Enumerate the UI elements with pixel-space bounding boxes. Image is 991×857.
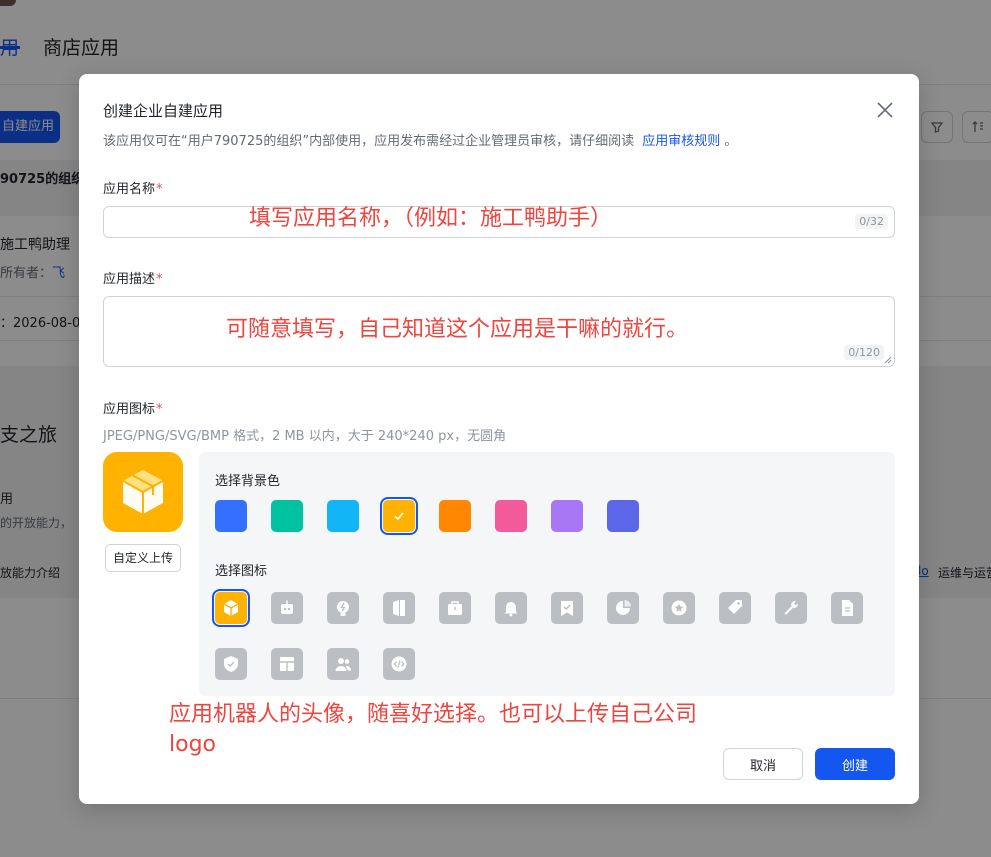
bg-color-swatch[interactable] [495,500,527,532]
icon-option[interactable] [327,592,359,624]
robot-icon [281,600,293,614]
bg-color-swatch[interactable] [551,500,583,532]
subtitle-end: 。 [724,134,738,149]
star-badge-icon [671,600,687,616]
bg-color-title: 选择背景色 [215,474,281,489]
bg-color-swatch[interactable] [607,500,639,532]
code-icon [391,656,407,672]
app-desc-label-text: 应用描述 [103,272,156,287]
app-desc-counter: 0/120 [844,345,884,360]
required-mark: * [156,402,163,417]
bg-color-swatch[interactable] [215,500,247,532]
icon-option[interactable] [551,592,583,624]
icon-option[interactable] [383,648,415,680]
icon-option[interactable] [775,592,807,624]
icon-option[interactable] [327,648,359,680]
cancel-button[interactable]: 取消 [723,748,803,780]
icon-picker-panel: 选择背景色 选择图标 [199,452,895,696]
layout-icon [280,657,294,671]
app-name-label: 应用名称* [103,178,163,197]
bell-icon [504,602,518,617]
app-icon-label-text: 应用图标 [103,402,156,417]
dialog-subtitle: 该应用仅可在“用户790725的组织”内部使用，应用发布需经过企业管理员审核，请… [103,130,737,149]
bg-color-swatch[interactable] [439,500,471,532]
icon-option[interactable] [663,592,695,624]
custom-upload-button[interactable]: 自定义上传 [105,544,181,572]
briefcase-icon [448,601,462,615]
document-icon [842,600,853,616]
required-mark: * [156,272,163,287]
resize-grip-icon[interactable] [884,356,892,364]
icon-option[interactable] [831,592,863,624]
icon-option[interactable] [607,592,639,624]
icon-option[interactable] [271,592,303,624]
app-name-counter: 0/32 [855,214,888,229]
create-app-dialog: 创建企业自建应用 该应用仅可在“用户790725的组织”内部使用，应用发布需经过… [79,74,919,804]
dialog-title: 创建企业自建应用 [103,102,224,120]
cube-icon [122,470,164,514]
app-name-label-text: 应用名称 [103,182,156,197]
create-button[interactable]: 创建 [815,748,895,780]
icon-option[interactable] [215,648,247,680]
close-icon [877,102,893,118]
icon-format-hint: JPEG/PNG/SVG/BMP 格式，2 MB 以内，大于 240*240 p… [103,429,507,444]
icon-option[interactable] [439,592,471,624]
cube-icon [223,600,239,616]
icon-option[interactable] [719,592,751,624]
bg-color-swatch[interactable] [271,500,303,532]
annotation-desc-hint: 可随意填写，自己知道这个应用是干嘛的就行。 [226,317,689,342]
app-icon-label: 应用图标* [103,398,163,417]
required-mark: * [156,182,163,197]
annotation-icon-hint-2: logo [169,732,216,757]
icon-select-title: 选择图标 [215,564,268,579]
bg-color-swatch[interactable] [327,500,359,532]
icon-option[interactable] [212,589,250,627]
bulb-icon [337,601,349,616]
subtitle-text: 该应用仅可在“用户790725的组织”内部使用，应用发布需经过企业管理员审核，请… [103,134,635,149]
app-desc-label: 应用描述* [103,268,163,287]
icon-option[interactable] [383,592,415,624]
icon-option[interactable] [495,592,527,624]
bg-color-swatch[interactable] [380,497,418,535]
close-button[interactable] [873,98,897,122]
annotation-name-hint: 填写应用名称，（例如：施工鸭助手） [249,206,613,231]
users-icon [335,658,352,671]
review-rules-link[interactable]: 应用审核规则 [642,134,720,149]
icon-option[interactable] [271,648,303,680]
pie-chart-icon [616,600,631,615]
shield-check-icon [224,656,238,672]
tag-icon [728,600,742,614]
wrench-icon [784,600,799,615]
book-icon [393,600,405,616]
app-icon-preview [103,452,183,532]
bookmark-check-icon [561,601,573,616]
check-icon [394,512,404,521]
annotation-icon-hint-1: 应用机器人的头像，随喜好选择。也可以上传自己公司 [169,702,698,727]
